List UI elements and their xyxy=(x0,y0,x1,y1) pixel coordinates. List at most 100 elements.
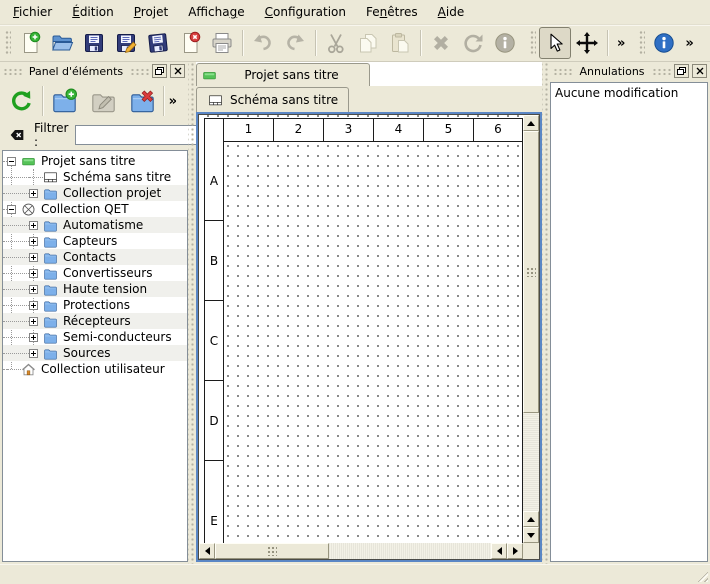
tree-item-collection-projet[interactable]: Collection projet xyxy=(3,185,187,201)
toolbar-row: » » xyxy=(0,25,710,62)
toolbar-extension-button[interactable]: » xyxy=(680,36,698,51)
print-button[interactable] xyxy=(206,27,238,59)
dock-handle-icon[interactable] xyxy=(652,68,671,75)
tree-item-sources[interactable]: Sources xyxy=(3,345,187,361)
move-all-button[interactable] xyxy=(571,27,603,59)
info-blue-button[interactable] xyxy=(648,27,680,59)
menu-affichage[interactable]: Affichage xyxy=(179,2,253,22)
collapse-icon[interactable] xyxy=(7,205,16,214)
left-splitter[interactable] xyxy=(188,62,196,564)
undo-history-item[interactable]: Aucune modification xyxy=(551,85,707,101)
tree-item-collection-qet[interactable]: Collection QET xyxy=(3,201,187,217)
hscroll-thumb[interactable] xyxy=(215,543,329,559)
folder-icon xyxy=(43,346,58,361)
float-panel-button[interactable] xyxy=(152,64,167,78)
expand-icon[interactable] xyxy=(29,285,38,294)
row-header-D: D xyxy=(205,381,224,461)
expand-icon[interactable] xyxy=(29,301,38,310)
toolbar-separator xyxy=(420,30,421,56)
tree-item-convertisseurs[interactable]: Convertisseurs xyxy=(3,265,187,281)
save-all-icon xyxy=(146,31,170,55)
tree-item-semi-conducteurs[interactable]: Semi-conducteurs xyxy=(3,329,187,345)
canvas-hscrollbar[interactable] xyxy=(199,543,523,559)
dock-handle-icon[interactable] xyxy=(553,68,572,75)
undo-history-list[interactable]: Aucune modification xyxy=(550,82,708,562)
tab-schema[interactable]: Schéma sans titre xyxy=(196,87,349,112)
save-button[interactable] xyxy=(78,27,110,59)
expand-icon[interactable] xyxy=(29,253,38,262)
toolbar-handle-icon[interactable] xyxy=(5,30,11,56)
tree-item-label: Capteurs xyxy=(63,234,117,248)
tree-item-automatisme[interactable]: Automatisme xyxy=(3,217,187,233)
tree-item-contacts[interactable]: Contacts xyxy=(3,249,187,265)
undo-panel-header[interactable]: Annulations xyxy=(550,62,710,80)
menu-projet[interactable]: Projet xyxy=(125,2,177,22)
tree-item-haute-tension[interactable]: Haute tension xyxy=(3,281,187,297)
expand-icon[interactable] xyxy=(29,269,38,278)
scroll-left-button-2[interactable] xyxy=(491,543,507,559)
elements-panel-header[interactable]: Panel d'éléments xyxy=(0,62,188,80)
menu-edition[interactable]: Édition xyxy=(63,2,123,22)
tree-item-collection-utilisateur[interactable]: Collection utilisateur xyxy=(3,361,187,377)
collapse-icon[interactable] xyxy=(7,157,16,166)
scroll-right-button[interactable] xyxy=(507,543,523,559)
project-tabbar: Projet sans titre xyxy=(196,62,542,86)
expand-icon[interactable] xyxy=(29,189,38,198)
tree-item-capteurs[interactable]: Capteurs xyxy=(3,233,187,249)
right-splitter[interactable] xyxy=(542,62,550,564)
canvas-vscrollbar[interactable] xyxy=(523,115,539,543)
schema-tabbar: Schéma sans titre xyxy=(196,86,542,112)
toolbar-handle-icon[interactable] xyxy=(530,30,536,56)
folder-new-button[interactable] xyxy=(46,83,82,119)
reload-button[interactable] xyxy=(3,83,39,119)
folder-icon xyxy=(43,314,58,329)
expand-icon[interactable] xyxy=(29,349,38,358)
clear-filter-icon[interactable] xyxy=(7,126,27,144)
tree-item-protections[interactable]: Protections xyxy=(3,297,187,313)
close-panel-button[interactable] xyxy=(170,64,185,78)
toolbar-extra: » xyxy=(636,25,698,61)
scroll-up-button[interactable] xyxy=(523,115,539,131)
schema-canvas[interactable]: 123456 ABCDE xyxy=(199,115,523,543)
column-header-5: 5 xyxy=(424,119,474,141)
vscroll-thumb[interactable] xyxy=(523,131,539,413)
copy-icon xyxy=(356,31,380,55)
tree-item-projet-sans-titre[interactable]: Projet sans titre xyxy=(3,153,187,169)
save-as-button[interactable] xyxy=(110,27,142,59)
scroll-up-button-2[interactable] xyxy=(523,511,539,527)
menu-fichier[interactable]: Fichier xyxy=(4,2,61,22)
toolbar-extension-button[interactable]: » xyxy=(612,36,630,51)
tree-item-label: Schéma sans titre xyxy=(63,170,171,184)
select-arrow-button[interactable] xyxy=(539,27,571,59)
toolbar-separator xyxy=(242,30,243,56)
tab-project[interactable]: Projet sans titre xyxy=(196,63,370,86)
resize-grip-icon[interactable] xyxy=(695,569,708,582)
expand-icon[interactable] xyxy=(29,333,38,342)
dock-handle-icon[interactable] xyxy=(130,68,149,75)
frame-corner xyxy=(205,119,224,141)
close-panel-button[interactable] xyxy=(692,64,707,78)
menu-configuration[interactable]: Configuration xyxy=(256,2,355,22)
folder-delete-button[interactable] xyxy=(124,83,160,119)
menu-fenetres[interactable]: Fenêtres xyxy=(357,2,427,22)
menu-aide[interactable]: Aide xyxy=(429,2,474,22)
new-document-button[interactable] xyxy=(14,27,46,59)
scroll-left-button[interactable] xyxy=(199,543,215,559)
open-document-button[interactable] xyxy=(46,27,78,59)
schema-icon xyxy=(43,170,58,185)
toolbar-extension-button[interactable]: » xyxy=(169,94,177,109)
save-all-button[interactable] xyxy=(142,27,174,59)
info-gray-button xyxy=(489,27,521,59)
scroll-down-button[interactable] xyxy=(523,527,539,543)
tree-item-schema-sans-titre[interactable]: Schéma sans titre xyxy=(3,169,187,185)
close-file-button[interactable] xyxy=(174,27,206,59)
expand-icon[interactable] xyxy=(29,237,38,246)
dock-handle-icon[interactable] xyxy=(3,68,22,75)
toolbar-handle-icon[interactable] xyxy=(639,30,645,56)
tree-item-recepteurs[interactable]: Récepteurs xyxy=(3,313,187,329)
float-panel-button[interactable] xyxy=(674,64,689,78)
expand-icon[interactable] xyxy=(29,221,38,230)
elements-tree[interactable]: Projet sans titreSchéma sans titreCollec… xyxy=(2,150,188,562)
redo-icon xyxy=(283,31,307,55)
expand-icon[interactable] xyxy=(29,317,38,326)
